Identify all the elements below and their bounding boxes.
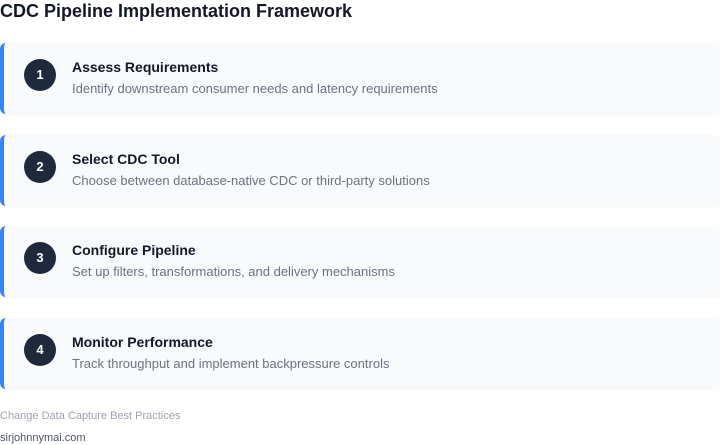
footer-site-link[interactable]: sirjohnnymai.com: [0, 432, 86, 445]
step-card-3: 3 Configure Pipeline Set up filters, tra…: [0, 226, 720, 297]
step-title: Select CDC Tool: [72, 151, 180, 167]
step-number-badge: 1: [24, 59, 56, 91]
step-number-badge: 4: [24, 334, 56, 366]
step-title: Configure Pipeline: [72, 242, 196, 258]
step-number-badge: 2: [24, 151, 56, 183]
step-card-1: 1 Assess Requirements Identify downstrea…: [0, 43, 720, 114]
step-title: Monitor Performance: [72, 334, 213, 350]
page-title: CDC Pipeline Implementation Framework: [0, 1, 353, 21]
step-description: Track throughput and implement backpress…: [72, 356, 390, 371]
step-title: Assess Requirements: [72, 59, 219, 75]
footer-note: Change Data Capture Best Practices: [0, 410, 181, 422]
step-description: Identify downstream consumer needs and l…: [72, 81, 438, 96]
step-card-2: 2 Select CDC Tool Choose between databas…: [0, 135, 720, 206]
step-description: Choose between database-native CDC or th…: [72, 173, 430, 188]
step-number-badge: 3: [24, 242, 56, 274]
step-card-4: 4 Monitor Performance Track throughput a…: [0, 318, 720, 389]
step-description: Set up filters, transformations, and del…: [72, 264, 395, 279]
